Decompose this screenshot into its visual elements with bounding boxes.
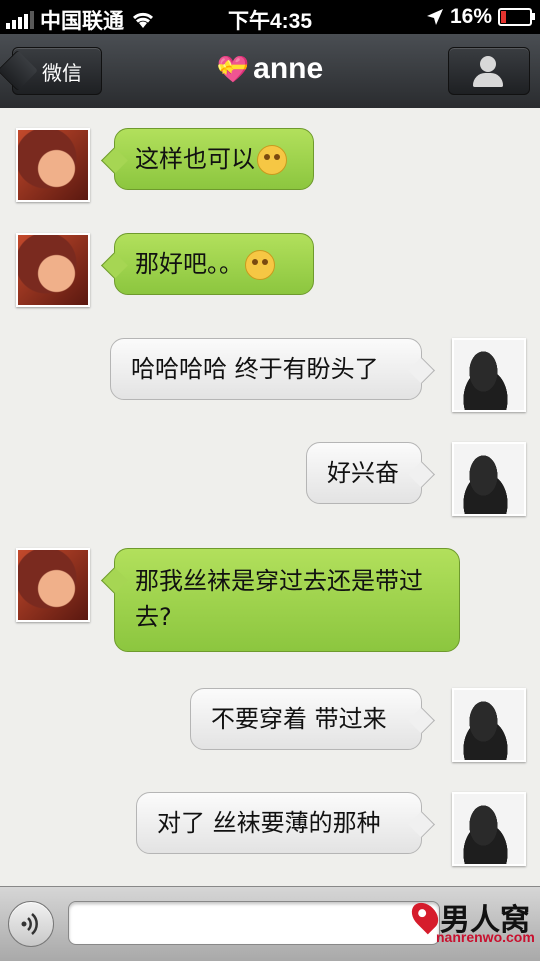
watermark-url: nanrenwo.com <box>436 929 535 945</box>
chat-history[interactable]: 这样也可以 那好吧。。 哈哈哈哈 终于有盼头了 好兴奋 那我丝袜是穿过去还是带过… <box>0 108 540 886</box>
contact-avatar[interactable] <box>16 233 90 307</box>
outgoing-message[interactable]: 不要穿着 带过来 <box>190 688 422 750</box>
outgoing-message[interactable]: 哈哈哈哈 终于有盼头了 <box>110 338 422 400</box>
message-text: 这样也可以 <box>135 145 255 173</box>
status-bar: 中国联通 下午4:35 16% <box>0 0 540 34</box>
sound-waves-icon <box>21 913 38 935</box>
message-text: 不要穿着 带过来 <box>211 705 387 733</box>
navigation-bar: 微信 💝 anne <box>0 34 540 109</box>
contact-avatar[interactable] <box>16 548 90 622</box>
battery-group: 16% <box>426 5 535 29</box>
outgoing-message[interactable]: 对了 丝袜要薄的那种 <box>136 792 422 854</box>
incoming-message[interactable]: 那好吧。。 <box>114 233 314 295</box>
smiling-face-emoji-icon <box>245 250 275 280</box>
my-avatar[interactable] <box>452 442 526 516</box>
message-text-field[interactable] <box>68 901 440 945</box>
message-text: 那我丝袜是穿过去还是带过去? <box>135 567 423 631</box>
dizzy-face-emoji-icon <box>257 145 287 175</box>
my-avatar[interactable] <box>452 792 526 866</box>
contact-avatar[interactable] <box>16 128 90 202</box>
person-icon <box>480 56 496 72</box>
back-button-label: 微信 <box>42 60 82 85</box>
message-input-bar: 男人窝 nanrenwo.com <box>0 886 540 961</box>
message-text: 好兴奋 <box>327 459 399 487</box>
outgoing-message[interactable]: 好兴奋 <box>306 442 422 504</box>
voice-input-button[interactable] <box>8 901 54 947</box>
my-avatar[interactable] <box>452 338 526 412</box>
incoming-message[interactable]: 这样也可以 <box>114 128 314 190</box>
my-avatar[interactable] <box>452 688 526 762</box>
chat-title-text: anne <box>253 52 324 85</box>
location-arrow-icon <box>426 9 443 25</box>
site-watermark: 男人窝 nanrenwo.com <box>406 895 535 951</box>
message-text: 那好吧。。 <box>135 250 243 278</box>
incoming-message[interactable]: 那我丝袜是穿过去还是带过去? <box>114 548 460 652</box>
battery-icon <box>498 8 535 26</box>
message-text: 哈哈哈哈 终于有盼头了 <box>131 355 379 383</box>
contact-profile-button[interactable] <box>448 47 530 95</box>
message-text: 对了 丝袜要薄的那种 <box>157 809 381 837</box>
heart-gift-icon: 💝 <box>216 54 250 84</box>
battery-percent: 16% <box>449 5 492 28</box>
